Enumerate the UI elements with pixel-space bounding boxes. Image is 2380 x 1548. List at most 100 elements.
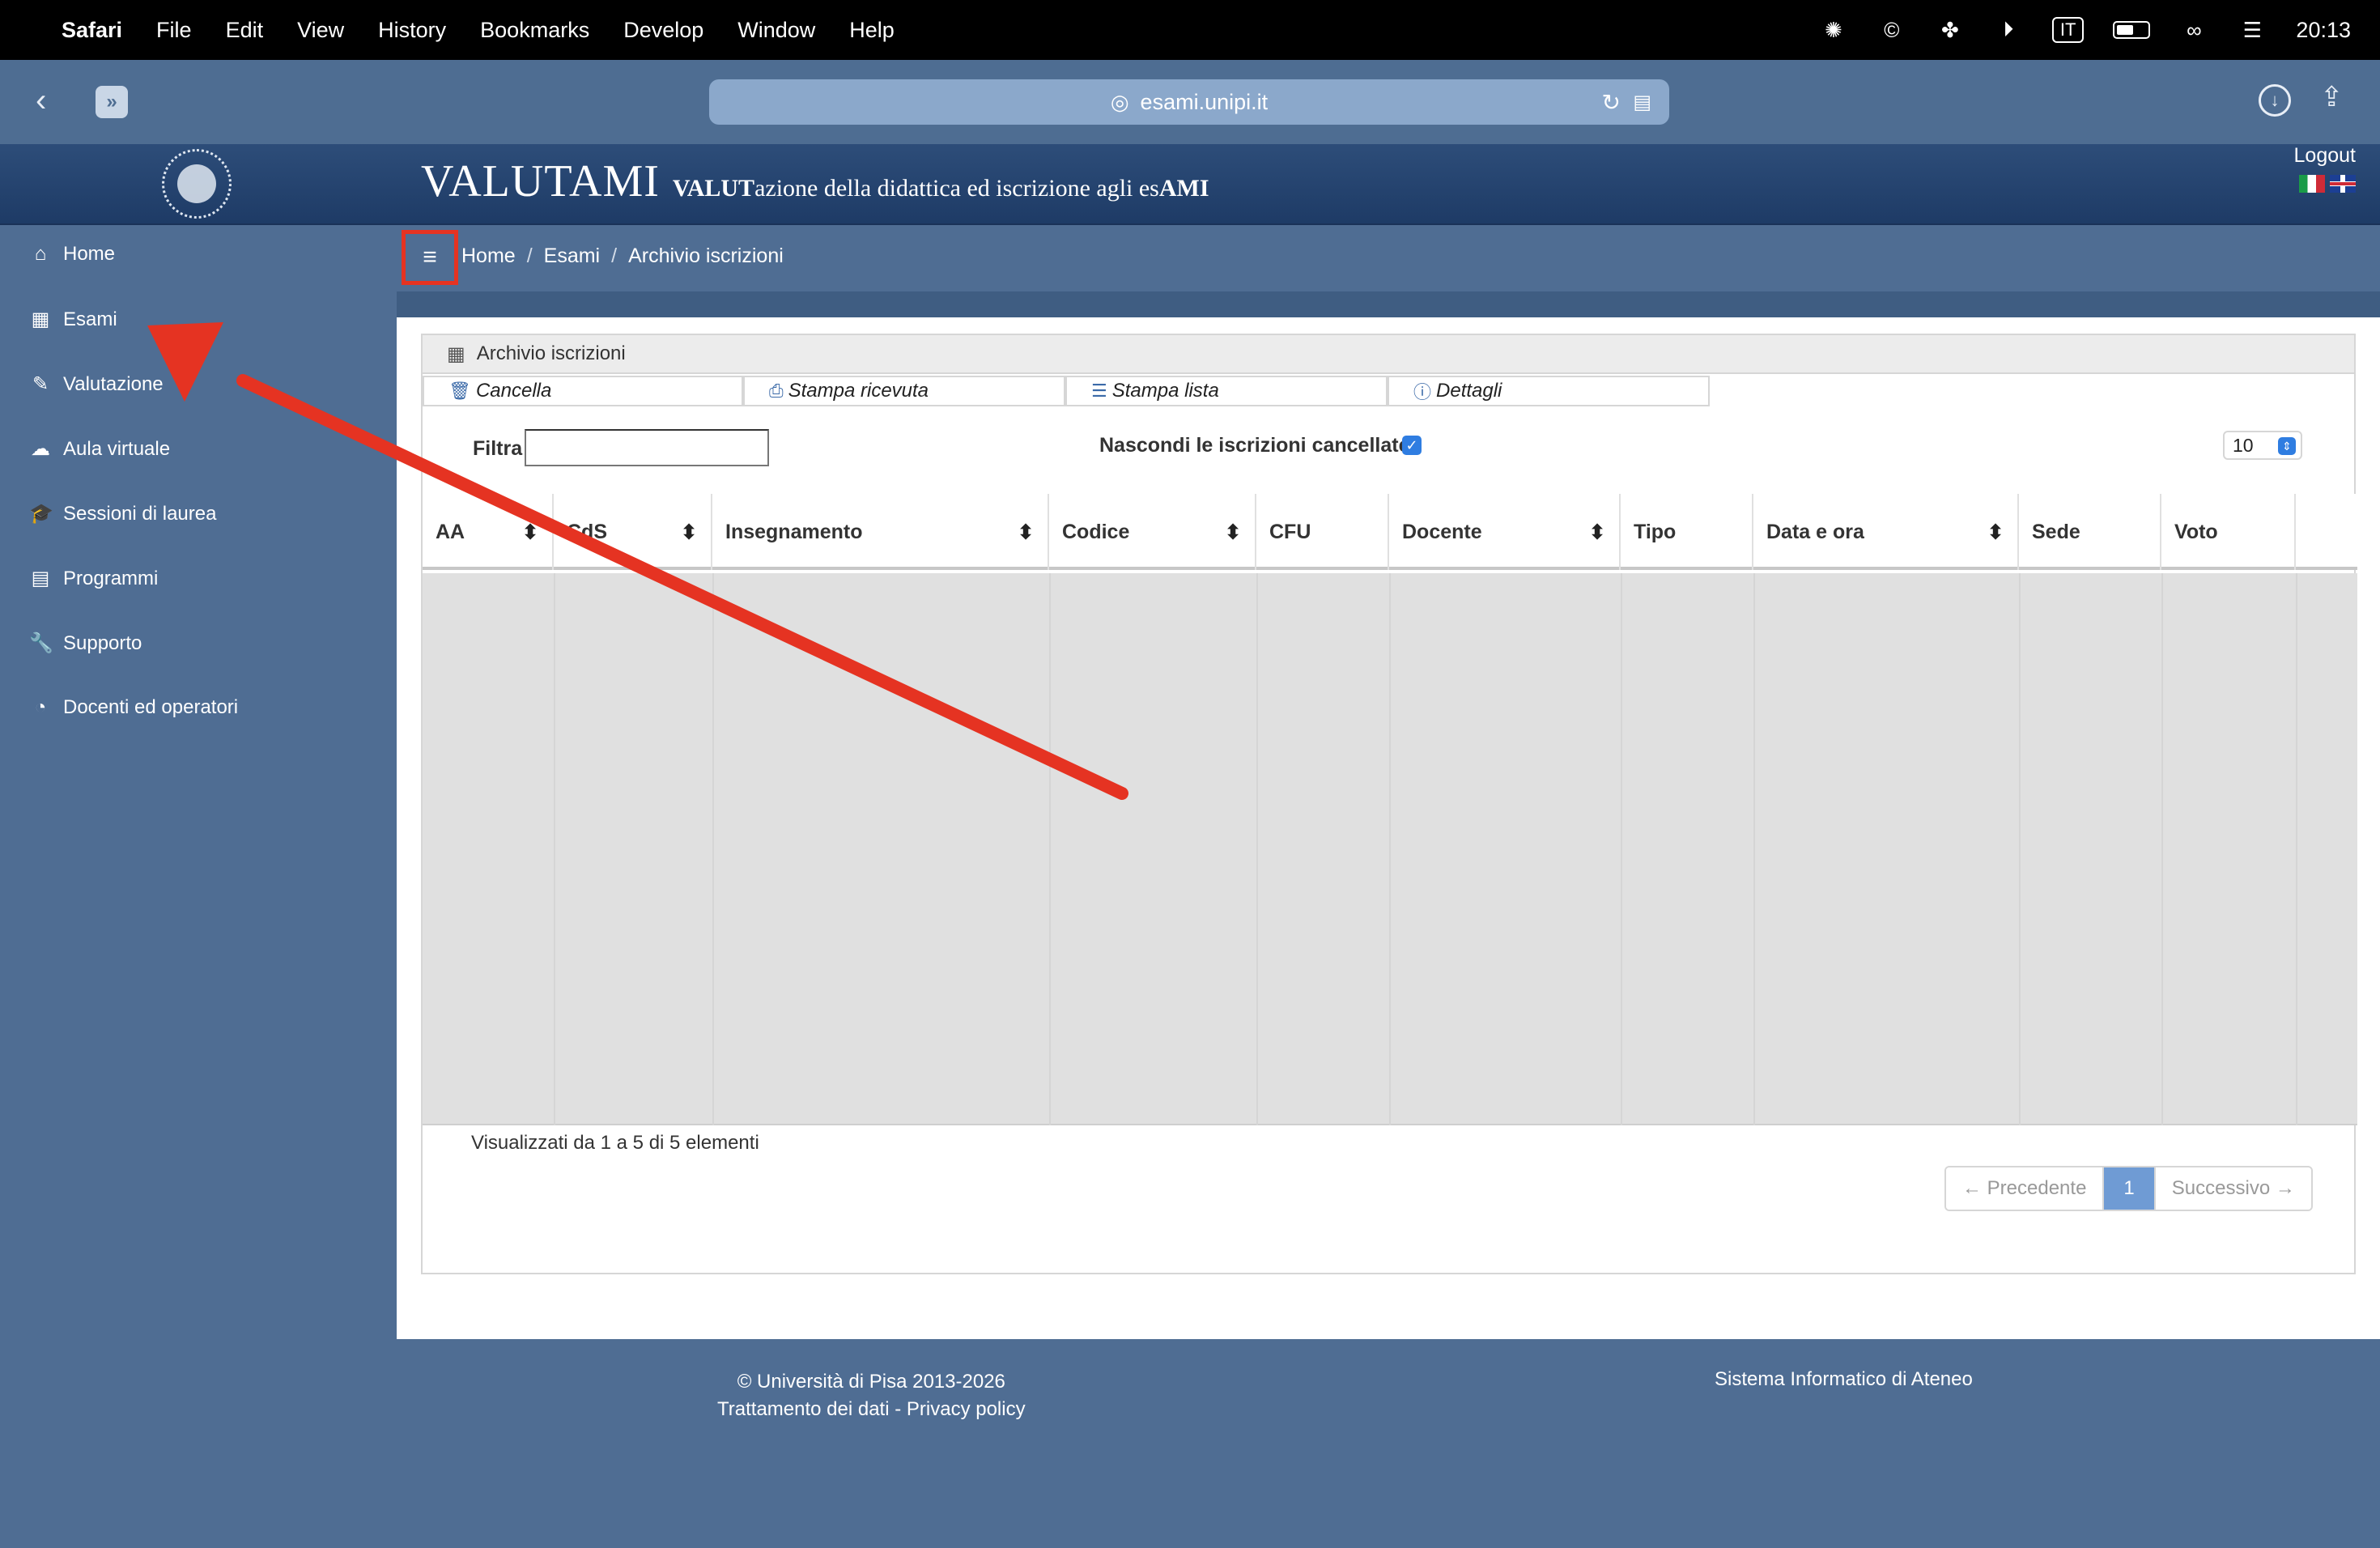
- cancella-button[interactable]: 🗑 Cancella: [423, 376, 743, 406]
- column-header-cfu[interactable]: CFU: [1256, 494, 1389, 570]
- browser-toolbar: ‹ » ◎ esami.unipi.it ↻ ▤ ↓ ⇪: [0, 60, 2380, 144]
- menu-bookmarks[interactable]: Bookmarks: [480, 18, 589, 43]
- hamburger-icon: ≡: [423, 244, 437, 270]
- sidebar-item-esami[interactable]: ▦ Esami: [29, 308, 117, 331]
- share-icon[interactable]: ⇪: [2320, 81, 2344, 113]
- reload-icon[interactable]: ↻: [1602, 89, 1621, 116]
- list-icon: ☰: [1091, 381, 1107, 401]
- column-header-codice[interactable]: Codice ⬍: [1049, 494, 1256, 570]
- prev-page-button[interactable]: ← Precedente: [1946, 1167, 2103, 1210]
- column-label: Tipo: [1634, 520, 1677, 543]
- menu-toggle-button[interactable]: ≡: [402, 230, 458, 285]
- sidebar-item-sessioni-di-laurea[interactable]: 🎓 Sessioni di laurea: [29, 502, 216, 525]
- stampa-ricevuta-button[interactable]: ⎙ Stampa ricevuta: [743, 376, 1065, 406]
- download-icon[interactable]: ↓: [2259, 84, 2291, 117]
- copyright-app-icon[interactable]: ©: [1877, 15, 1906, 45]
- italian-flag-icon[interactable]: [2299, 175, 2325, 193]
- sort-icon: ⬍: [1588, 520, 1606, 544]
- battery-icon[interactable]: [2113, 21, 2151, 39]
- menu-history[interactable]: History: [378, 18, 446, 43]
- sidebar-item-home[interactable]: ⌂ Home: [29, 243, 115, 266]
- breadcrumb-home[interactable]: Home: [461, 245, 516, 268]
- sidebar-item-label: Aula virtuale: [63, 437, 171, 460]
- sidebar-item-supporto[interactable]: 🔧 Supporto: [29, 632, 142, 655]
- globe-icon: ◎: [1110, 89, 1129, 114]
- column-divider: [554, 573, 555, 1125]
- extension-icon[interactable]: »: [96, 86, 128, 118]
- book-icon: ▤: [31, 568, 50, 589]
- back-chevron-icon[interactable]: ‹: [36, 83, 46, 119]
- home-icon: ⌂: [34, 243, 47, 265]
- sidebar-item-label: Home: [63, 243, 116, 265]
- uk-flag-icon[interactable]: [2330, 175, 2356, 193]
- calendar-icon: ▦: [31, 308, 50, 330]
- column-label: Insegnamento: [725, 520, 863, 543]
- column-label: Docente: [1402, 520, 1482, 543]
- sidebar-item-label: Programmi: [63, 567, 159, 589]
- breadcrumb-separator: /: [611, 245, 618, 267]
- url-text: esami.unipi.it: [1140, 89, 1269, 114]
- menu-edit[interactable]: Edit: [226, 18, 264, 43]
- menu-view[interactable]: View: [297, 18, 344, 43]
- footer-right-link[interactable]: Sistema Informatico di Ateneo: [1715, 1368, 1973, 1391]
- column-header-voto[interactable]: Voto: [2161, 494, 2296, 570]
- column-header-cds[interactable]: CdS ⬍: [554, 494, 712, 570]
- sidebar: ⌂ Home ▦ Esami ✎ Valutazione ☁ Aula virt…: [0, 227, 397, 1339]
- site-title-subtitle: VALUTazione della didattica ed iscrizion…: [673, 175, 1209, 202]
- column-header-aa[interactable]: AA ⬍: [423, 494, 554, 570]
- column-header-insegnamento[interactable]: Insegnamento ⬍: [712, 494, 1049, 570]
- menu-help[interactable]: Help: [849, 18, 895, 43]
- dettagli-label: Dettagli: [1436, 380, 1502, 402]
- page-size-select[interactable]: 10 ⇕: [2223, 431, 2302, 460]
- column-header-data-e-ora[interactable]: Data e ora ⬍: [1753, 494, 2019, 570]
- reader-icon[interactable]: ▤: [1633, 91, 1651, 114]
- column-header-docente[interactable]: Docente ⬍: [1389, 494, 1621, 570]
- graduation-cap-icon: 🎓: [29, 503, 53, 525]
- dettagli-button[interactable]: ⓘ Dettagli: [1388, 376, 1710, 406]
- subtitle-part-1: VALUT: [672, 175, 755, 202]
- university-seal-logo: [162, 149, 232, 219]
- edit-icon: ✎: [32, 373, 49, 395]
- filter-input[interactable]: [525, 429, 769, 466]
- sort-icon: ⬍: [521, 520, 539, 544]
- footer-left: © Università di Pisa 2013-2026 Trattamen…: [717, 1368, 1026, 1423]
- menu-develop[interactable]: Develop: [623, 18, 703, 43]
- sidebar-item-aula-virtuale[interactable]: ☁ Aula virtuale: [29, 437, 170, 461]
- breadcrumb-esami[interactable]: Esami: [544, 245, 600, 268]
- print-icon: ⎙: [769, 381, 784, 401]
- site-title: VALUTAMI VALUTazione della didattica ed …: [421, 155, 1209, 207]
- column-label: Sede: [2032, 520, 2080, 543]
- column-header-tipo[interactable]: Tipo: [1621, 494, 1753, 570]
- pinwheel-icon[interactable]: ✤: [1936, 15, 1965, 45]
- page-1-button[interactable]: 1: [2102, 1167, 2154, 1210]
- next-page-button[interactable]: Successivo →: [2153, 1167, 2311, 1210]
- menu-file[interactable]: File: [156, 18, 192, 43]
- sidebar-item-docenti-ed-operatori[interactable]: ◔ Docenti ed operatori: [29, 696, 238, 719]
- trash-icon: 🗑: [448, 381, 471, 401]
- stampa-lista-label: Stampa lista: [1111, 380, 1219, 402]
- sort-icon: ⬍: [1017, 520, 1035, 544]
- menu-app-safari[interactable]: Safari: [62, 18, 122, 43]
- hide-cancelled-checkbox[interactable]: ✓: [1402, 436, 1422, 455]
- chatgpt-icon[interactable]: ✺: [1819, 15, 1848, 45]
- sidebar-item-label: Sessioni di laurea: [63, 502, 217, 525]
- sidebar-item-programmi[interactable]: ▤ Programmi: [29, 567, 159, 590]
- language-flags: [2299, 175, 2356, 193]
- sidebar-item-label: Esami: [63, 308, 117, 330]
- play-icon[interactable]: ⏵: [1994, 15, 2023, 45]
- stampa-lista-button[interactable]: ☰ Stampa lista: [1065, 376, 1388, 406]
- address-bar[interactable]: ◎ esami.unipi.it ↻ ▤: [709, 79, 1669, 125]
- footer-privacy-link[interactable]: Trattamento dei dati - Privacy policy: [717, 1396, 1026, 1423]
- column-header-sede[interactable]: Sede: [2019, 494, 2161, 570]
- breadcrumb-separator: /: [526, 245, 533, 267]
- input-source-indicator[interactable]: IT: [2051, 17, 2085, 43]
- control-center-icon[interactable]: ☰: [2238, 15, 2267, 45]
- clock[interactable]: 20:13: [2296, 18, 2351, 43]
- sort-icon: ⬍: [680, 520, 698, 544]
- menu-window[interactable]: Window: [737, 18, 815, 43]
- sidebar-item-valutazione[interactable]: ✎ Valutazione: [29, 372, 164, 396]
- panel-title: Archivio iscrizioni: [476, 342, 626, 364]
- column-divider: [2019, 573, 2021, 1125]
- logout-link[interactable]: Logout: [2294, 144, 2356, 168]
- link-icon[interactable]: ∞: [2179, 15, 2208, 45]
